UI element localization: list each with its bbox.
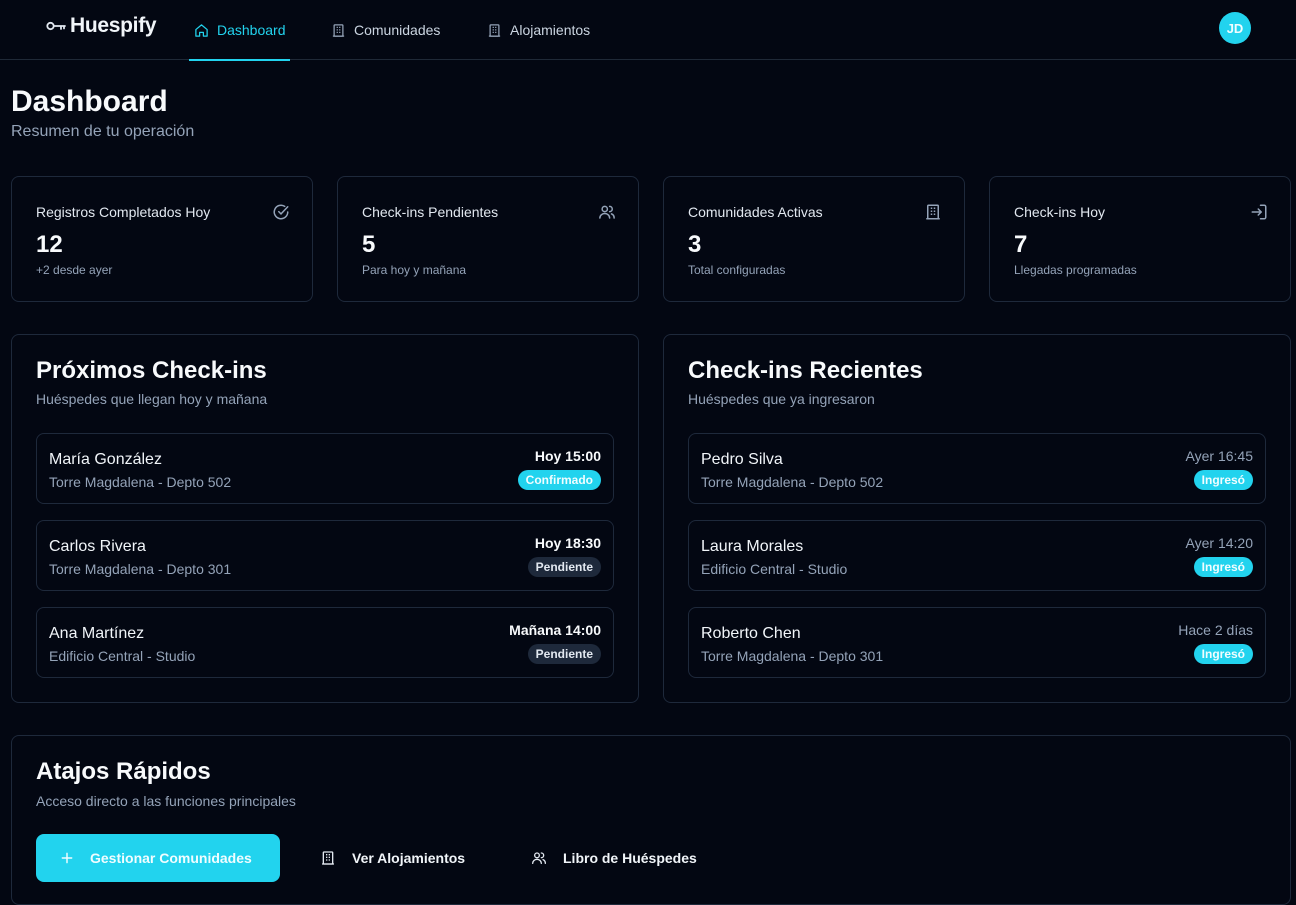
- building-icon: [331, 23, 346, 38]
- status-badge: Confirmado: [517, 470, 601, 490]
- panel-title: Atajos Rápidos: [36, 758, 211, 785]
- guest-name: Pedro Silva: [701, 451, 783, 468]
- panel-subtitle: Huéspedes que llegan hoy y mañana: [36, 391, 268, 407]
- list-item[interactable]: Pedro Silva Torre Magdalena - Depto 502 …: [688, 433, 1266, 504]
- stat-note: +2 desde ayer: [36, 263, 113, 277]
- stat-card-checkins-hoy: Check-ins Hoy 7 Llegadas programadas: [989, 176, 1291, 302]
- list-item[interactable]: Laura Morales Edificio Central - Studio …: [688, 520, 1266, 591]
- users-icon: [531, 850, 547, 866]
- checkin-time: Mañana 14:00: [509, 622, 601, 638]
- avatar[interactable]: JD: [1219, 12, 1251, 44]
- stat-card-pendientes: Check-ins Pendientes 5 Para hoy y mañana: [337, 176, 639, 302]
- guest-location: Torre Magdalena - Depto 502: [49, 474, 232, 490]
- stat-note: Para hoy y mañana: [362, 263, 467, 277]
- top-navbar: Huespify Dashboard Comunidades Alojamien…: [0, 0, 1296, 61]
- list-item[interactable]: Ana Martínez Edificio Central - Studio M…: [36, 607, 614, 678]
- guest-location: Torre Magdalena - Depto 301: [49, 561, 232, 577]
- page-title: Dashboard: [11, 85, 168, 118]
- stat-note: Total configuradas: [688, 263, 786, 277]
- libro-huespedes-button[interactable]: Libro de Huéspedes: [531, 834, 697, 882]
- stat-value: 7: [1014, 231, 1028, 258]
- status-badge: Ingresó: [1193, 557, 1253, 577]
- list-item[interactable]: Roberto Chen Torre Magdalena - Depto 301…: [688, 607, 1266, 678]
- status-badge: Pendiente: [527, 557, 601, 577]
- app-name: Huespify: [70, 14, 157, 37]
- guest-location: Edificio Central - Studio: [49, 648, 196, 664]
- key-icon: [46, 20, 66, 32]
- list-item[interactable]: María González Torre Magdalena - Depto 5…: [36, 433, 614, 504]
- checkin-time: Ayer 16:45: [1185, 448, 1253, 464]
- guest-name: Ana Martínez: [49, 625, 145, 642]
- checkin-time: Hace 2 días: [1178, 622, 1253, 638]
- tab-comunidades[interactable]: Comunidades: [331, 0, 440, 60]
- stat-value: 5: [362, 231, 376, 258]
- status-badge: Ingresó: [1193, 644, 1253, 664]
- users-icon: [598, 203, 616, 221]
- list-item[interactable]: Carlos Rivera Torre Magdalena - Depto 30…: [36, 520, 614, 591]
- tab-dashboard[interactable]: Dashboard: [189, 0, 289, 61]
- guest-name: Laura Morales: [701, 538, 804, 555]
- checkin-time: Ayer 14:20: [1185, 535, 1253, 551]
- checkin-time: Hoy 18:30: [534, 535, 601, 551]
- panel-proximos-checkins: Próximos Check-ins Huéspedes que llegan …: [11, 334, 639, 703]
- stat-label: Registros Completados Hoy: [36, 204, 211, 220]
- checkin-time: Hoy 15:00: [534, 448, 601, 464]
- guest-name: Carlos Rivera: [49, 538, 146, 555]
- tab-alojamientos-label: Alojamientos: [510, 22, 591, 38]
- panel-subtitle: Acceso directo a las funciones principal…: [36, 793, 296, 809]
- guest-location: Torre Magdalena - Depto 502: [701, 474, 884, 490]
- guest-name: María González: [49, 451, 162, 468]
- panel-atajos-rapidos: Atajos Rápidos Acceso directo a las func…: [11, 735, 1291, 905]
- stat-label: Comunidades Activas: [688, 204, 823, 220]
- tab-dashboard-label: Dashboard: [217, 22, 286, 38]
- home-icon: [194, 23, 209, 38]
- panel-title: Próximos Check-ins: [36, 357, 267, 384]
- button-label: Gestionar Comunidades: [90, 850, 252, 866]
- panel-checkins-recientes: Check-ins Recientes Huéspedes que ya ing…: [663, 334, 1291, 703]
- building-icon: [320, 850, 336, 866]
- status-badge: Ingresó: [1193, 470, 1253, 490]
- building-icon: [487, 23, 502, 38]
- tab-alojamientos[interactable]: Alojamientos: [487, 0, 590, 60]
- button-label: Ver Alojamientos: [352, 850, 466, 866]
- guest-location: Edificio Central - Studio: [701, 561, 848, 577]
- panel-subtitle: Huéspedes que ya ingresaron: [688, 391, 875, 407]
- gestionar-comunidades-button[interactable]: Gestionar Comunidades: [36, 834, 280, 882]
- button-label: Libro de Huéspedes: [563, 850, 697, 866]
- stat-label: Check-ins Pendientes: [362, 204, 499, 220]
- stat-note: Llegadas programadas: [1014, 263, 1137, 277]
- logo[interactable]: Huespify: [46, 14, 157, 38]
- guest-name: Roberto Chen: [701, 625, 801, 642]
- building-icon: [924, 203, 942, 221]
- tab-comunidades-label: Comunidades: [354, 22, 441, 38]
- guest-location: Torre Magdalena - Depto 301: [701, 648, 884, 664]
- page-subtitle: Resumen de tu operación: [11, 123, 195, 140]
- login-icon: [1250, 203, 1268, 221]
- stat-value: 3: [688, 231, 702, 258]
- ver-alojamientos-button[interactable]: Ver Alojamientos: [320, 834, 465, 882]
- check-circle-icon: [272, 203, 290, 221]
- stat-card-comunidades: Comunidades Activas 3 Total configuradas: [663, 176, 965, 302]
- stat-card-registros: Registros Completados Hoy 12 +2 desde ay…: [11, 176, 313, 302]
- status-badge: Pendiente: [527, 644, 601, 664]
- plus-icon: [60, 851, 74, 865]
- stat-label: Check-ins Hoy: [1014, 204, 1106, 220]
- stat-value: 12: [36, 231, 63, 258]
- panel-title: Check-ins Recientes: [688, 357, 923, 384]
